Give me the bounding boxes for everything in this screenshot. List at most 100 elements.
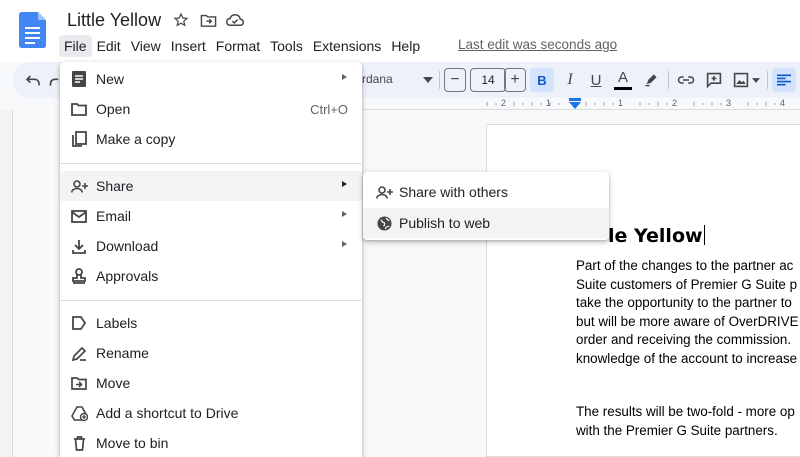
top-bar: Little Yellow File Edit View Insert Form… <box>0 0 800 62</box>
menu-help[interactable]: Help <box>386 35 425 57</box>
paragraph-line[interactable]: but will be more aware of OverDRIVE <box>576 313 799 332</box>
menu-item-label: Email <box>96 208 132 224</box>
redo-icon[interactable] <box>48 68 60 92</box>
menu-item-download[interactable]: Download <box>60 231 362 261</box>
toolbar-divider <box>668 71 669 89</box>
star-icon[interactable] <box>172 11 190 29</box>
undo-icon[interactable] <box>22 68 44 92</box>
toolbar-divider <box>767 71 768 89</box>
menu-format[interactable]: Format <box>211 35 265 57</box>
menu-tools[interactable]: Tools <box>265 35 308 57</box>
menu-item-label: Approvals <box>96 268 159 284</box>
bold-button[interactable]: B <box>530 68 554 92</box>
heading-text: le Yellow <box>608 225 703 247</box>
shortcut-label: Ctrl+O <box>310 102 348 117</box>
menu-item-label: Make a copy <box>96 131 176 147</box>
ruler-mark: 1 <box>618 98 624 108</box>
menu-insert[interactable]: Insert <box>166 35 211 57</box>
document-title[interactable]: Little Yellow <box>67 10 161 31</box>
text-cursor <box>703 225 706 245</box>
ruler-mark: 2 <box>672 98 678 108</box>
ruler-mark: 1 <box>546 98 552 108</box>
paragraph-line[interactable]: order and receiving the commission. <box>576 331 791 350</box>
menu-divider <box>60 300 362 301</box>
insert-link-icon[interactable] <box>674 68 698 92</box>
copy-icon <box>70 130 88 148</box>
menu-item-share[interactable]: Share <box>60 171 362 201</box>
paragraph-line[interactable]: knowledge of the account to increase <box>576 350 797 369</box>
docs-logo-icon[interactable] <box>19 12 46 48</box>
paragraph-line[interactable]: with the Premier G Suite partners. <box>576 422 778 441</box>
cloud-status-icon[interactable] <box>226 11 244 29</box>
menu-item-label: Add a shortcut to Drive <box>96 405 239 421</box>
submenu-arrow-icon <box>342 181 347 187</box>
menu-item-add-shortcut[interactable]: Add a shortcut to Drive <box>60 398 362 428</box>
horizontal-ruler[interactable]: 2 1 1 2 3 4 <box>362 98 800 110</box>
menu-item-labels[interactable]: Labels <box>60 308 362 338</box>
menu-item-label: Open <box>96 101 131 117</box>
last-edit-link[interactable]: Last edit was seconds ago <box>458 37 617 52</box>
paragraph-line[interactable]: The results will be two-fold - more op <box>576 403 795 422</box>
menu-file[interactable]: File <box>59 35 92 57</box>
italic-button[interactable]: I <box>559 68 581 92</box>
person-add-icon <box>70 177 88 195</box>
menu-item-email[interactable]: Email <box>60 201 362 231</box>
decrease-font-size-button[interactable]: − <box>444 68 466 92</box>
person-add-icon <box>375 183 393 201</box>
menu-item-label: Move <box>96 375 131 391</box>
increase-font-size-button[interactable]: + <box>504 68 526 92</box>
menu-item-label: Share with others <box>399 184 508 200</box>
menu-view[interactable]: View <box>126 35 166 57</box>
font-dropdown-arrow-icon[interactable] <box>422 68 434 92</box>
menu-item-approvals[interactable]: Approvals <box>60 261 362 291</box>
font-size-input[interactable]: 14 <box>470 68 506 92</box>
paragraph-line[interactable]: Part of the changes to the partner ac <box>576 257 793 276</box>
menu-edit[interactable]: Edit <box>92 35 126 57</box>
add-comment-icon[interactable] <box>702 68 726 92</box>
move-folder-icon <box>70 374 88 392</box>
menu-item-label: Move to bin <box>96 435 169 451</box>
folder-icon <box>70 100 88 118</box>
menu-item-make-a-copy[interactable]: Make a copy <box>60 124 362 154</box>
pencil-icon <box>70 344 88 362</box>
submenu-arrow-icon <box>342 211 347 217</box>
menu-item-label: Download <box>96 238 159 254</box>
indent-marker-icon[interactable] <box>569 98 581 109</box>
menu-item-new[interactable]: New <box>60 64 362 94</box>
paragraph-line[interactable]: take the opportunity to the partner to <box>576 294 792 313</box>
paragraph-line[interactable]: Suite customers of Premier G Suite p <box>576 276 797 295</box>
underline-button[interactable]: U <box>585 68 607 92</box>
menu-divider <box>60 163 362 164</box>
align-left-icon[interactable] <box>772 68 796 92</box>
font-family-select[interactable]: rdana <box>362 72 393 86</box>
menu-item-label: Share <box>96 178 134 194</box>
text-color-label: A <box>617 68 628 86</box>
menu-item-move[interactable]: Move <box>60 368 362 398</box>
globe-icon <box>375 214 393 232</box>
ruler-mark: 2 <box>501 98 507 108</box>
menu-extensions[interactable]: Extensions <box>308 35 386 57</box>
highlighter-icon[interactable] <box>640 68 662 92</box>
drive-shortcut-icon <box>70 404 88 422</box>
menu-item-share-with-others[interactable]: Share with others <box>363 177 609 207</box>
document-icon <box>70 70 88 88</box>
stamp-icon <box>70 267 88 285</box>
file-menu: New Open Ctrl+O Make a copy Share Email … <box>60 62 362 457</box>
move-folder-icon[interactable] <box>199 11 217 29</box>
text-color-swatch <box>614 86 632 90</box>
download-icon <box>70 237 88 255</box>
submenu-arrow-icon <box>342 74 347 80</box>
trash-icon <box>70 434 88 452</box>
menu-item-publish-to-web[interactable]: Publish to web <box>363 208 609 238</box>
menu-item-open[interactable]: Open Ctrl+O <box>60 94 362 124</box>
text-color-button[interactable]: A <box>611 68 635 92</box>
menu-item-rename[interactable]: Rename <box>60 338 362 368</box>
submenu-arrow-icon <box>342 241 347 247</box>
menu-item-move-to-bin[interactable]: Move to bin <box>60 428 362 457</box>
menu-item-label: Labels <box>96 315 138 331</box>
vertical-ruler[interactable] <box>0 110 13 457</box>
insert-image-icon[interactable] <box>730 68 762 92</box>
menu-item-label: New <box>96 71 125 87</box>
menu-item-label: Publish to web <box>399 215 491 231</box>
document-heading[interactable]: le Yellow <box>608 225 706 247</box>
